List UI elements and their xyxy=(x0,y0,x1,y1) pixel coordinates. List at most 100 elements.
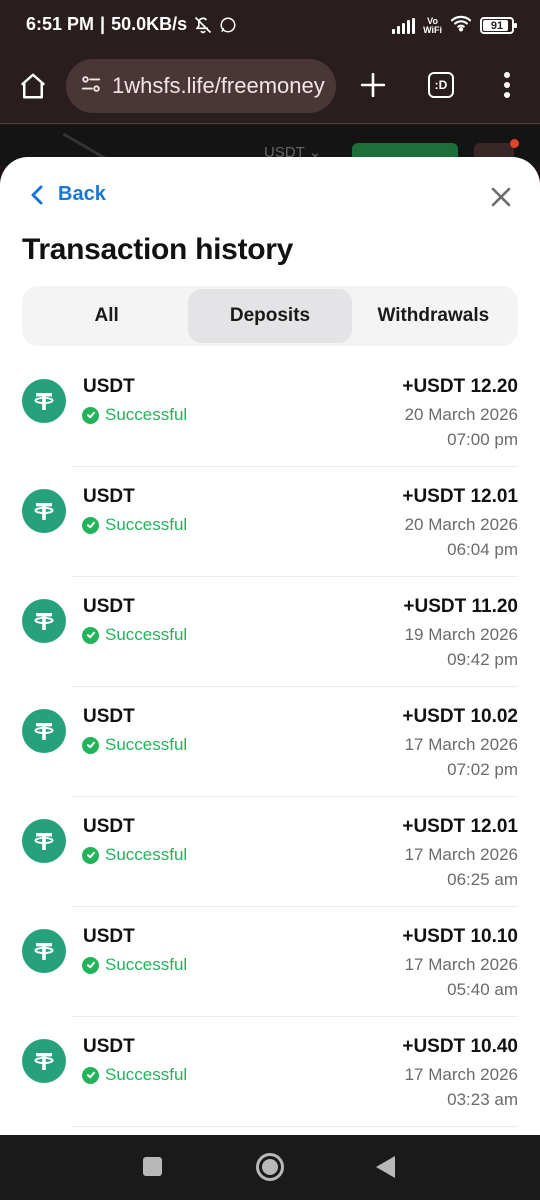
status-bar: 6:51 PM | 50.0KB/s Vo WiFi 91 xyxy=(0,0,540,52)
status-badge: Successful xyxy=(82,625,187,645)
transaction-list: USDT Successful +USDT 12.20 20 March 202… xyxy=(0,357,540,1127)
signal-icon xyxy=(392,17,416,34)
close-button[interactable] xyxy=(488,184,514,210)
transaction-time: 06:04 pm xyxy=(447,540,518,559)
site-settings-icon[interactable] xyxy=(80,73,102,100)
transaction-amount: +USDT 12.01 xyxy=(402,486,518,507)
transaction-history-sheet: Back Transaction history All Deposits Wi… xyxy=(0,157,540,1135)
transaction-date: 19 March 2026 xyxy=(404,625,518,644)
status-badge: Successful xyxy=(82,845,187,865)
status-net-speed: 50.0KB/s xyxy=(111,14,188,34)
asset-name: USDT xyxy=(83,486,135,507)
battery-icon: 91 xyxy=(480,17,517,34)
status-text: Successful xyxy=(105,955,188,974)
status-text: Successful xyxy=(105,735,188,754)
transaction-date: 17 March 2026 xyxy=(404,955,518,974)
status-text: Successful xyxy=(105,405,188,424)
transaction-row[interactable]: USDT Successful +USDT 12.01 17 March 202… xyxy=(0,797,540,907)
asset-name: USDT xyxy=(83,376,135,397)
status-badge: Successful xyxy=(82,405,187,425)
asset-name: USDT xyxy=(83,1036,135,1057)
dot xyxy=(504,82,510,88)
transaction-row[interactable]: USDT Successful +USDT 11.20 19 March 202… xyxy=(0,577,540,687)
transaction-row[interactable]: USDT Successful +USDT 10.02 17 March 202… xyxy=(0,687,540,797)
transaction-time: 06:25 am xyxy=(447,870,518,889)
transaction-date: 20 March 2026 xyxy=(404,405,518,424)
transaction-amount: +USDT 10.10 xyxy=(402,926,518,947)
transaction-row[interactable]: USDT Successful +USDT 12.01 20 March 202… xyxy=(0,467,540,577)
check-circle-icon xyxy=(82,846,99,864)
plus-icon xyxy=(360,72,386,98)
transaction-date: 17 March 2026 xyxy=(404,735,518,754)
check-circle-icon xyxy=(82,516,99,534)
asset-name: USDT xyxy=(83,816,135,837)
tab-switcher-button[interactable]: :D xyxy=(428,72,454,98)
bell-off-icon xyxy=(193,15,213,35)
transaction-date: 20 March 2026 xyxy=(404,515,518,534)
tether-icon xyxy=(22,709,66,753)
check-circle-icon xyxy=(82,1066,99,1084)
status-separator: | xyxy=(100,14,106,34)
tether-icon xyxy=(22,489,66,533)
home-dot xyxy=(262,1159,278,1175)
more-menu-button[interactable] xyxy=(494,68,520,102)
status-badge: Successful xyxy=(82,735,187,755)
chevron-left-icon xyxy=(31,185,43,204)
tether-icon xyxy=(22,379,66,423)
transaction-amount: +USDT 10.40 xyxy=(402,1036,518,1057)
transaction-time: 07:02 pm xyxy=(447,760,518,779)
status-left: 6:51 PM | 50.0KB/s xyxy=(26,14,237,35)
transaction-time: 07:00 pm xyxy=(447,430,518,449)
transaction-row[interactable]: USDT Successful +USDT 10.10 17 March 202… xyxy=(0,907,540,1017)
back-button[interactable]: Back xyxy=(30,183,106,206)
status-badge: Successful xyxy=(82,955,187,975)
tether-icon xyxy=(22,1039,66,1083)
transaction-amount: +USDT 12.01 xyxy=(402,816,518,837)
system-nav-bar xyxy=(0,1135,540,1200)
tether-icon xyxy=(22,599,66,643)
vowifi-icon: Vo WiFi xyxy=(423,15,442,35)
url-text[interactable]: 1whsfs.life/freemoney xyxy=(112,73,325,99)
check-circle-icon xyxy=(82,626,99,644)
filter-tabs: All Deposits Withdrawals xyxy=(22,286,518,346)
status-text: Successful xyxy=(105,515,188,534)
notification-dot xyxy=(510,139,519,148)
recents-button[interactable] xyxy=(143,1157,162,1176)
home-nav-button[interactable] xyxy=(256,1153,284,1181)
check-circle-icon xyxy=(82,956,99,974)
transaction-date: 17 March 2026 xyxy=(404,1065,518,1084)
asset-name: USDT xyxy=(83,596,135,617)
status-badge: Successful xyxy=(82,1065,187,1085)
browser-toolbar: 1whsfs.life/freemoney :D xyxy=(0,52,540,124)
transaction-date: 17 March 2026 xyxy=(404,845,518,864)
wifi-icon xyxy=(450,14,472,37)
transaction-amount: +USDT 11.20 xyxy=(403,596,518,617)
transaction-time: 09:42 pm xyxy=(447,650,518,669)
dot xyxy=(504,72,510,78)
tab-all[interactable]: All xyxy=(25,289,188,343)
status-right: Vo WiFi 91 xyxy=(392,14,517,37)
status-time: 6:51 PM xyxy=(26,14,95,34)
page-title: Transaction history xyxy=(22,233,294,266)
tether-icon xyxy=(22,819,66,863)
status-text: Successful xyxy=(105,625,188,644)
check-circle-icon xyxy=(82,736,99,754)
whatsapp-icon xyxy=(219,16,237,34)
status-text: Successful xyxy=(105,845,188,864)
back-nav-button[interactable] xyxy=(376,1156,395,1178)
asset-name: USDT xyxy=(83,706,135,727)
transaction-row[interactable]: USDT Successful +USDT 10.40 17 March 202… xyxy=(0,1017,540,1127)
transaction-amount: +USDT 10.02 xyxy=(402,706,518,727)
transaction-time: 03:23 am xyxy=(447,1090,518,1109)
transaction-row[interactable]: USDT Successful +USDT 12.20 20 March 202… xyxy=(0,357,540,467)
home-button[interactable] xyxy=(16,69,50,103)
close-icon xyxy=(491,187,511,207)
row-divider xyxy=(72,1126,518,1127)
status-badge: Successful xyxy=(82,515,187,535)
tab-deposits[interactable]: Deposits xyxy=(188,289,352,343)
new-tab-button[interactable] xyxy=(356,68,390,102)
tab-withdrawals[interactable]: Withdrawals xyxy=(352,289,515,343)
address-bar[interactable]: 1whsfs.life/freemoney xyxy=(66,59,336,113)
asset-name: USDT xyxy=(83,926,135,947)
battery-level: 91 xyxy=(490,19,504,32)
